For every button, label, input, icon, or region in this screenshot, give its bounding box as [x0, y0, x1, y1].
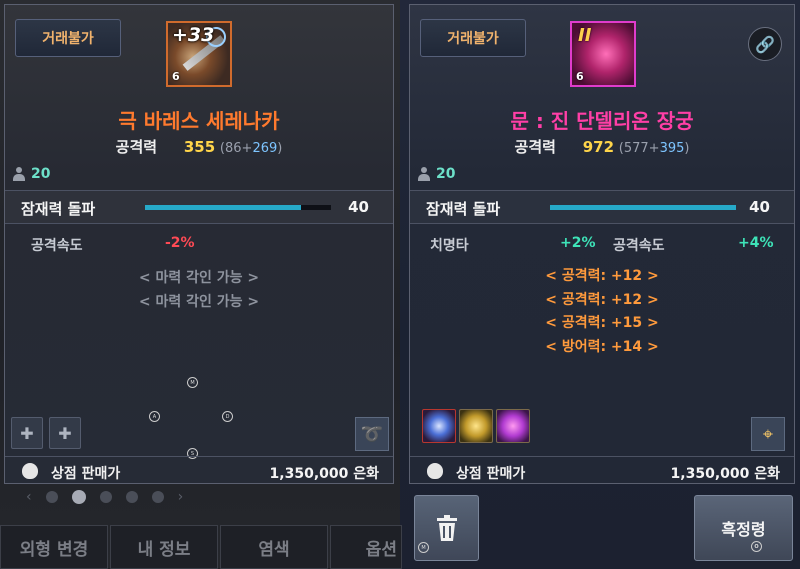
level-value: 20	[31, 166, 51, 182]
page-dot[interactable]	[151, 491, 164, 503]
discard-button[interactable]: M	[414, 495, 479, 561]
attack-base: (577+	[618, 141, 660, 156]
shop-sell-price: 상점 판매가 1,350,000 은화	[410, 456, 794, 484]
add-gem-slot-button[interactable]: ✚	[11, 417, 43, 449]
crystal-slot-gold[interactable]	[459, 409, 493, 443]
tab-dye[interactable]: 염색	[220, 525, 328, 569]
item-icon-serenaka[interactable]: +33 6	[166, 21, 232, 87]
potential-breakthrough: 잠재력 돌파 40	[5, 190, 393, 224]
enhance-level: +33	[172, 24, 215, 46]
tab-options[interactable]: 옵션	[330, 525, 402, 569]
tab-my-info[interactable]: 내 정보	[110, 525, 218, 569]
attack-value: 355	[183, 138, 216, 156]
trash-icon	[436, 515, 457, 541]
trade-restricted-badge: 거래불가	[15, 19, 121, 57]
tab-appearance[interactable]: 외형 변경	[0, 525, 108, 569]
sell-label: 상점 판매가	[51, 466, 121, 482]
engrave-slot: < 마력 각인 가능 >	[138, 270, 260, 286]
potential-bar	[145, 205, 331, 210]
engraved-stat: < 공격력: +15 >	[545, 315, 659, 331]
stat-label-attack-speed: 공격속도	[31, 238, 83, 254]
engraved-stat: < 공격력: +12 >	[545, 268, 659, 284]
gamepad-hint-o: O	[751, 541, 762, 552]
potential-breakthrough: 잠재력 돌파 40	[410, 190, 794, 224]
enhance-level: II	[578, 25, 592, 46]
stat-label-critical: 치명타	[430, 238, 469, 254]
page-dot[interactable]	[99, 491, 112, 503]
item-name: 문 : 진 단델리온 장궁	[510, 109, 694, 133]
stat-value-attack-speed: +4%	[738, 235, 774, 251]
black-spirit-button[interactable]: 흑정령 O	[694, 495, 793, 561]
trade-restricted-badge: 거래불가	[420, 19, 526, 57]
required-level: 20	[418, 166, 455, 182]
chevron-left-icon[interactable]: ‹	[26, 489, 32, 505]
add-gem-slot-button[interactable]: ✚	[49, 417, 81, 449]
item-tooltip-left: 거래불가 +33 6 극 바레스 세레나카 공격력 355 (86+269) 2…	[4, 4, 394, 484]
item-tier: 6	[576, 70, 584, 83]
gamepad-hint-a: A	[149, 411, 160, 422]
crystal-slot-blue[interactable]	[422, 409, 456, 443]
attack-close: )	[684, 141, 690, 156]
attack-label: 공격력	[115, 138, 158, 156]
shop-sell-price: 상점 판매가 1,350,000 은화	[5, 456, 393, 484]
engraved-stat: < 공격력: +12 >	[545, 292, 659, 308]
stat-label-attack-speed: 공격속도	[613, 238, 665, 254]
black-spirit-label: 흑정령	[721, 520, 766, 539]
chevron-right-icon[interactable]: ›	[178, 489, 184, 505]
attack-value: 972	[582, 138, 615, 156]
potential-bar	[550, 205, 736, 210]
page-indicator: ‹ ›	[26, 488, 246, 506]
item-tier: 6	[172, 70, 180, 83]
person-icon	[13, 167, 25, 181]
link-icon[interactable]: 🔗	[748, 27, 782, 61]
page-dot-active[interactable]	[71, 490, 86, 504]
potential-value: 40	[749, 198, 770, 216]
page-dot[interactable]	[125, 491, 138, 503]
potential-bar-fill	[145, 205, 302, 210]
potential-bar-fill	[550, 205, 736, 210]
weapon-type-icon: ➰	[355, 417, 389, 451]
sell-value: 1,350,000 은화	[670, 466, 780, 482]
attack-base: (86+	[219, 141, 253, 156]
attack-bonus: 395	[659, 141, 685, 156]
attack-row: 공격력 972 (577+395)	[410, 136, 794, 157]
person-icon	[418, 167, 430, 181]
gamepad-hint-m: M	[187, 377, 198, 388]
required-level: 20	[13, 166, 50, 182]
potential-label: 잠재력 돌파	[426, 200, 501, 218]
item-icon-dandelion-bow[interactable]: II 6	[570, 21, 636, 87]
attack-bonus: 269	[252, 141, 278, 156]
gamepad-hint-d: D	[222, 411, 233, 422]
stat-value-critical: +2%	[560, 235, 596, 251]
gamepad-hint-m: M	[418, 542, 429, 553]
potential-label: 잠재력 돌파	[21, 200, 96, 218]
attack-label: 공격력	[514, 138, 556, 156]
money-bag-icon	[427, 463, 443, 479]
potential-value: 40	[348, 198, 369, 216]
stat-value-attack-speed: -2%	[165, 235, 195, 251]
sell-value: 1,350,000 은화	[269, 466, 379, 482]
item-tooltip-right: 거래불가 II 6 🔗 문 : 진 단델리온 장궁 공격력 972 (577+3…	[409, 4, 795, 484]
attack-row: 공격력 355 (86+269)	[5, 136, 393, 157]
attack-close: )	[277, 141, 283, 156]
engrave-slot: < 마력 각인 가능 >	[138, 294, 260, 310]
sell-label: 상점 판매가	[456, 466, 526, 482]
money-bag-icon	[22, 463, 38, 479]
page-dot[interactable]	[45, 491, 58, 503]
engraved-stat: < 방어력: +14 >	[545, 339, 659, 355]
bow-type-icon: ⌖	[751, 417, 785, 451]
crystal-slot-purple[interactable]	[496, 409, 530, 443]
item-name: 극 바레스 세레나카	[118, 109, 280, 133]
level-value: 20	[436, 166, 456, 182]
